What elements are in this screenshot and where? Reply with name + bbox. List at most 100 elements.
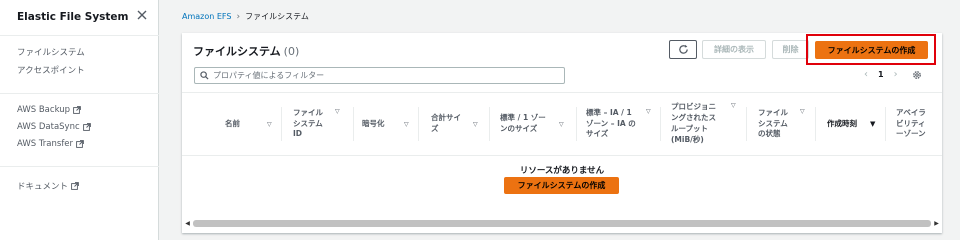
scrollbar-thumb[interactable]	[193, 220, 931, 227]
table-header: 名前 ▽ ファイル システム ID ▽ 暗号化 ▽ 合計サイ ズ ▽ 標準 / …	[182, 93, 942, 155]
external-link-icon	[82, 123, 91, 131]
column-label: アベイラ ビリティ ーゾーン	[896, 108, 926, 141]
sidebar-item-access-points[interactable]: アクセスポイント	[17, 64, 85, 76]
column-label: 標準 / 1 ゾー ンのサイズ	[500, 113, 546, 135]
column-label-line: ID	[293, 129, 303, 139]
column-label-line: 合計サイ	[431, 113, 461, 123]
sidebar-item-documentation[interactable]: ドキュメント	[17, 180, 79, 192]
external-link-icon	[73, 106, 81, 114]
sidebar-item-aws-datasync[interactable]: AWS DataSync	[17, 122, 91, 132]
column-header-file-system-id[interactable]: ファイル システム ID	[293, 93, 343, 155]
sort-caret-icon[interactable]: ▽	[731, 102, 736, 109]
side-navigation: Elastic File System ファイルシステム アクセスポイント AW…	[0, 0, 159, 240]
item-count: (0)	[283, 45, 300, 58]
sidebar-item-aws-transfer[interactable]: AWS Transfer	[17, 139, 84, 149]
breadcrumb-current: ファイルシステム	[245, 12, 309, 21]
sort-caret-icon[interactable]: ▽	[267, 121, 272, 128]
close-icon[interactable]	[135, 8, 149, 22]
chevron-right-icon[interactable]: ›	[894, 69, 898, 80]
sidebar-item-label: AWS Backup	[17, 105, 71, 115]
column-label-line: の状態	[758, 129, 781, 139]
empty-create-file-system-button[interactable]: ファイルシステムの作成	[504, 177, 619, 194]
sort-caret-icon[interactable]: ▽	[800, 108, 805, 115]
column-header-ia-size[interactable]: 標準 – IA / 1 ゾーン – IA の サイズ	[586, 93, 656, 155]
breadcrumb: Amazon EFS › ファイルシステム	[182, 11, 309, 22]
search-icon	[200, 71, 209, 80]
column-divider	[746, 107, 747, 141]
column-header-availability-zone[interactable]: アベイラ ビリティ ーゾーン	[896, 93, 942, 155]
sort-caret-icon[interactable]: ▽	[404, 121, 409, 128]
sidebar-item-label: ドキュメント	[17, 182, 69, 192]
column-label: プロビジョニ ングされたス ループット (MiB/秒)	[671, 102, 716, 146]
column-header-creation-time[interactable]: 作成時刻	[827, 93, 887, 155]
column-label: 合計サイ ズ	[431, 113, 461, 135]
column-divider	[660, 107, 661, 141]
column-label-line: アベイラ	[896, 107, 926, 117]
sidebar-item-label: AWS DataSync	[17, 122, 80, 132]
column-label-line: ズ	[431, 124, 439, 133]
sort-caret-icon[interactable]: ▽	[646, 108, 651, 115]
sidebar-item-label: AWS Transfer	[17, 139, 74, 149]
column-label-line: システム	[293, 118, 323, 128]
sidebar-divider	[0, 35, 159, 36]
chevron-left-icon[interactable]: ‹	[864, 69, 868, 80]
create-file-system-button[interactable]: ファイルシステムの作成	[815, 41, 928, 59]
column-label-line: ングされたス	[671, 113, 716, 123]
refresh-icon	[678, 44, 688, 54]
view-details-button[interactable]: 詳細の表示	[702, 40, 766, 59]
sidebar-item-file-systems[interactable]: ファイルシステム	[17, 46, 85, 58]
horizontal-scrollbar[interactable]: ◀ ▶	[182, 218, 942, 229]
column-label-line: ファイル	[758, 107, 788, 117]
gear-icon[interactable]	[912, 70, 922, 80]
breadcrumb-link-amazon-efs[interactable]: Amazon EFS	[182, 12, 231, 21]
column-divider	[815, 107, 816, 141]
column-label: ファイル システム の状態	[758, 108, 788, 141]
sort-descending-icon[interactable]: ▼	[870, 120, 875, 128]
column-label: ファイル システム ID	[293, 108, 323, 141]
sort-caret-icon[interactable]: ▽	[559, 121, 564, 128]
sort-caret-icon[interactable]: ▽	[473, 121, 478, 128]
column-label-line: 標準 – IA / 1	[586, 107, 632, 117]
column-header-file-system-state[interactable]: ファイル システム の状態	[758, 93, 808, 155]
column-header-name[interactable]: 名前	[225, 93, 285, 155]
column-label-line: システム	[758, 118, 788, 128]
column-label-line: サイズ	[586, 129, 609, 139]
scroll-left-icon[interactable]: ◀	[182, 218, 193, 229]
column-label-line: プロビジョニ	[671, 102, 716, 112]
table-header-border	[182, 155, 942, 156]
external-link-icon	[76, 140, 84, 148]
column-label: 作成時刻	[827, 118, 857, 128]
empty-state-title: リソースがありません	[519, 166, 605, 176]
sidebar-divider	[0, 166, 159, 167]
search-placeholder: プロパティ値によるフィルター	[213, 71, 325, 80]
column-label-line: ループット	[671, 124, 709, 133]
sidebar-item-aws-backup[interactable]: AWS Backup	[17, 105, 81, 115]
column-label-line: ンのサイズ	[500, 124, 538, 133]
sort-caret-icon[interactable]: ▽	[335, 108, 340, 115]
column-label: 標準 – IA / 1 ゾーン – IA の サイズ	[586, 108, 636, 141]
page-number[interactable]: 1	[878, 70, 884, 79]
filter-search-input[interactable]: プロパティ値によるフィルター	[194, 67, 565, 84]
highlight-box: ファイルシステムの作成	[806, 34, 936, 65]
column-divider	[885, 107, 886, 141]
column-header-encryption[interactable]: 暗号化	[362, 93, 422, 155]
refresh-button[interactable]	[669, 40, 697, 59]
pagination: ‹ 1 ›	[864, 69, 922, 80]
external-link-icon	[71, 182, 79, 190]
column-divider	[489, 107, 490, 141]
column-divider	[353, 107, 354, 141]
chevron-right-icon: ›	[236, 11, 241, 22]
column-divider	[576, 107, 577, 141]
scroll-right-icon[interactable]: ▶	[931, 218, 942, 229]
panel-title: ファイルシステム (0)	[193, 43, 299, 59]
column-label-line: ゾーン – IA の	[586, 118, 636, 128]
column-label-line: (MiB/秒)	[671, 134, 704, 144]
sidebar-item-label: ファイルシステム	[17, 48, 85, 58]
panel-title-text: ファイルシステム	[193, 45, 281, 58]
delete-button[interactable]: 削除	[772, 40, 809, 59]
sidebar-divider	[0, 93, 159, 94]
sidebar-item-label: アクセスポイント	[17, 66, 85, 76]
column-divider	[281, 107, 282, 141]
column-label-line: ーゾーン	[896, 129, 926, 139]
column-label-line: 標準 / 1 ゾー	[500, 113, 546, 123]
